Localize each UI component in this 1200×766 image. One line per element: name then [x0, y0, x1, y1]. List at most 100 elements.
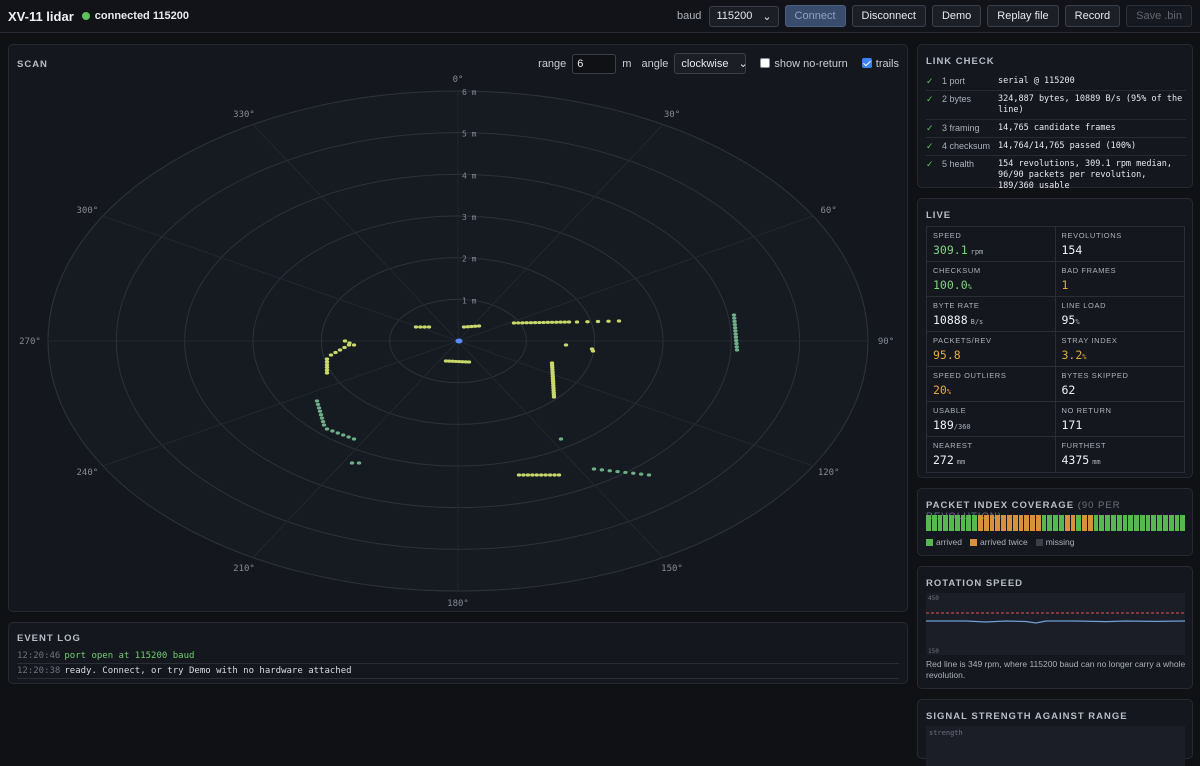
scan-point — [545, 320, 551, 324]
disconnect-button[interactable]: Disconnect — [851, 5, 926, 27]
scan-point — [466, 360, 472, 364]
check-row: ✓ 4 checksum 14,764/14,765 passed (100%) — [926, 138, 1186, 156]
scan-point — [549, 320, 555, 324]
scan-point — [473, 324, 478, 328]
stat-value: 3.2 — [1061, 348, 1083, 362]
scan-point — [319, 416, 325, 420]
stat-value: 95 — [1061, 313, 1076, 327]
stat-value-row: 95% — [1062, 313, 1179, 327]
stat-label: REVOLUTIONS — [1061, 231, 1122, 240]
scan-point — [341, 433, 346, 437]
check-icon: ✓ — [926, 141, 934, 151]
scan-point — [314, 399, 320, 403]
log-message: ready. Connect, or try Demo with no hard… — [64, 666, 352, 676]
scan-point — [591, 467, 597, 471]
coverage-cell — [972, 515, 978, 531]
chevron-down-icon: ⌄ — [762, 10, 772, 23]
stat-unit: mm — [1092, 458, 1101, 466]
stat-value: 171 — [1061, 418, 1083, 432]
angle-label: 210° — [233, 564, 255, 574]
stat-unit: % — [967, 283, 972, 291]
scan-point — [347, 341, 352, 345]
scan-point — [585, 320, 590, 324]
scan-controls: range 6 m angle clockwise ⌄ show no-retu… — [538, 53, 899, 74]
scan-title: SCAN — [17, 59, 48, 70]
swatch-icon — [969, 539, 977, 546]
coverage-cell — [1174, 515, 1180, 531]
stat-label: NO RETURN — [1061, 406, 1112, 415]
demo-button[interactable]: Demo — [931, 5, 982, 27]
coverage-cell — [1030, 515, 1035, 531]
check-row: ✓ 1 port serial @ 115200 — [926, 73, 1186, 91]
scan-point — [732, 322, 738, 327]
connect-button[interactable]: Connect — [784, 5, 846, 27]
connection-status-text: connected 115200 — [94, 10, 189, 22]
checkbox-checked-icon — [861, 57, 872, 68]
stat-value: 20 — [933, 383, 947, 397]
coverage-cell — [1111, 515, 1116, 531]
stat-value: 272 — [933, 453, 954, 467]
scan-point — [324, 360, 330, 364]
coverage-cell — [1024, 515, 1030, 531]
stat-value: 4375 — [1061, 453, 1090, 467]
coverage-cell — [1139, 515, 1145, 531]
angle-select[interactable]: clockwise ⌄ — [674, 53, 748, 74]
stat-label: PACKETS/REV — [933, 336, 992, 345]
check-detail: 154 revolutions, 309.1 rpm median, 96/90… — [998, 159, 1172, 191]
baud-label: baud — [676, 10, 702, 22]
signal-strength-chart: strength — [926, 726, 1185, 766]
coverage-cell — [1099, 515, 1105, 531]
scan-point — [607, 469, 612, 473]
check-name: 1 port — [942, 76, 966, 86]
save-bin-button[interactable]: Save .bin — [1126, 5, 1192, 27]
stat-value-row: 1 — [1062, 278, 1179, 292]
scan-point — [534, 473, 539, 477]
angle-label: 90° — [878, 337, 894, 347]
log-line: 12:20:46 port open at 115200 baud — [17, 649, 899, 664]
coverage-cell — [983, 515, 989, 531]
scan-point — [631, 471, 636, 475]
stat-value-row: 20% — [933, 383, 1049, 397]
scan-point — [734, 345, 739, 349]
coverage-cell — [978, 515, 983, 531]
stat-speed: SPEED 309.1 rpm — [927, 227, 1056, 262]
trails-toggle[interactable]: trails — [861, 57, 899, 70]
stat-label: NEAREST — [933, 441, 973, 450]
stat-checksum: CHECKSUM 100.0% — [927, 262, 1056, 297]
log-time: 12:20:46 — [17, 651, 61, 661]
record-button[interactable]: Record — [1064, 5, 1121, 27]
ring-label: 2 m — [462, 255, 477, 264]
coverage-cell — [1053, 515, 1058, 531]
coverage-cell — [1134, 515, 1139, 531]
event-log-panel: EVENT LOG 12:20:46 port open at 115200 b… — [8, 622, 908, 684]
angle-label: 0° — [453, 75, 464, 85]
range-input[interactable]: 6 — [572, 53, 617, 74]
scan-point — [469, 324, 474, 329]
y-min-label: 150 — [928, 648, 939, 655]
scan-point — [516, 473, 522, 477]
scan-point — [599, 468, 605, 472]
baud-select[interactable]: 115200 ⌄ — [709, 5, 779, 27]
scan-point — [330, 429, 335, 433]
angle-label: 180° — [447, 599, 469, 609]
stat-unit: % — [1082, 353, 1087, 361]
check-detail: 14,765 candidate frames — [998, 123, 1116, 133]
replay-file-button[interactable]: Replay file — [987, 5, 1059, 27]
ring-label: 3 m — [462, 213, 477, 222]
coverage-cell — [1001, 515, 1006, 531]
scan-point — [342, 345, 347, 350]
scan-point — [537, 320, 542, 325]
coverage-title-text: PACKET INDEX COVERAGE — [926, 500, 1075, 511]
stat-value-row: 62 — [1062, 383, 1179, 397]
no-return-toggle[interactable]: show no-return — [760, 57, 848, 70]
y-max-label: 450 — [928, 595, 939, 602]
signal-ylabel: strength — [929, 729, 963, 737]
coverage-cell — [1145, 515, 1151, 531]
scan-point — [318, 413, 324, 417]
scan-point — [563, 343, 569, 347]
check-icon: ✓ — [926, 159, 934, 169]
signal-strength-panel: SIGNAL STRENGTH AGAINST RANGE strength — [917, 699, 1193, 766]
stat-value-row: 100.0% — [933, 278, 1049, 292]
scan-point — [554, 320, 559, 324]
baud-value: 115200 — [716, 10, 753, 22]
